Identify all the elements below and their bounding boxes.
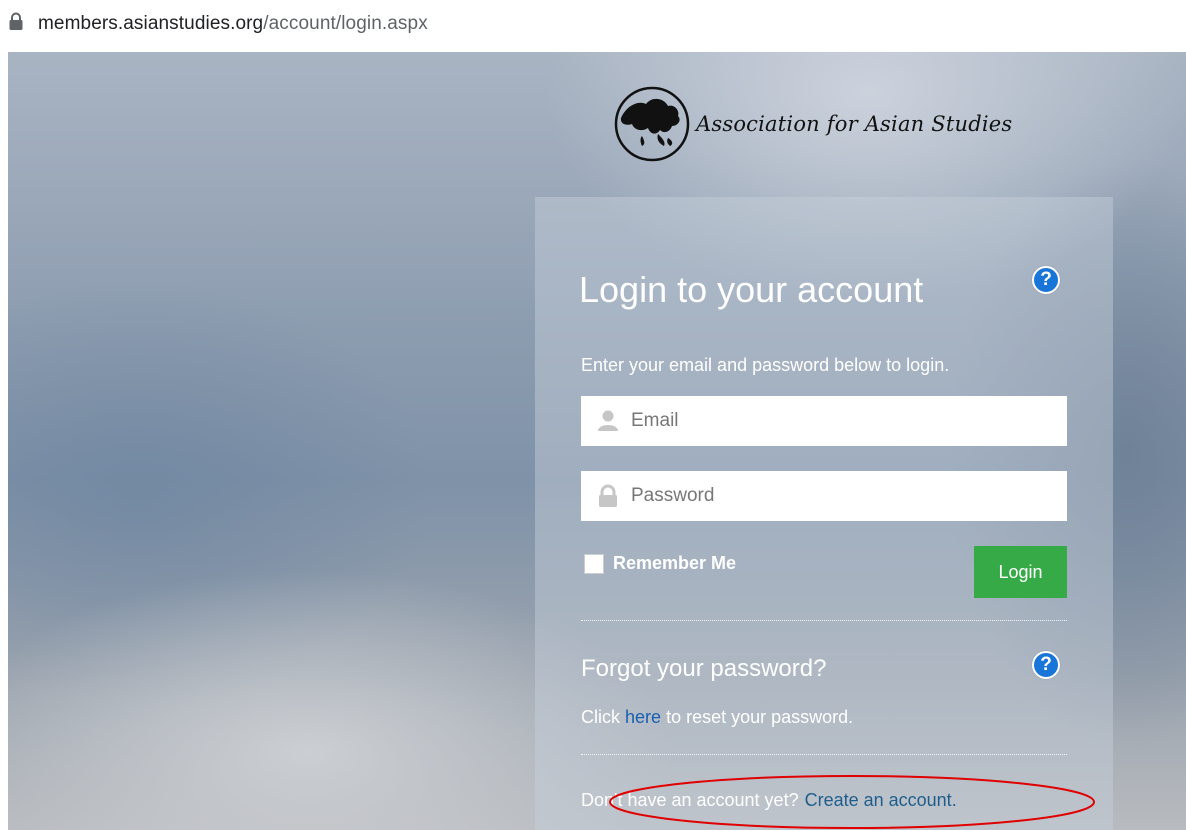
divider — [581, 620, 1067, 621]
reset-rest-text: to reset your password. — [666, 707, 854, 727]
url-text[interactable]: members.asianstudies.org/account/login.a… — [38, 13, 428, 35]
globe-map-icon — [614, 86, 690, 162]
login-panel: Login to your account ? Enter your email… — [535, 197, 1113, 830]
aas-logo[interactable]: Association for Asian Studies — [612, 80, 1012, 168]
user-icon — [598, 410, 618, 431]
remember-me[interactable]: Remember Me — [584, 553, 736, 574]
signup-prompt: Don't have an account yet? — [581, 790, 799, 810]
remember-me-label[interactable]: Remember Me — [613, 553, 736, 574]
login-instructions: Enter your email and password below to l… — [581, 355, 950, 375]
url-domain: members.asianstudies.org — [38, 13, 264, 34]
lock-icon — [8, 12, 28, 36]
email-input[interactable] — [631, 401, 1051, 441]
divider — [581, 754, 1067, 755]
signup-text: Don't have an account yet? Create an acco… — [581, 790, 957, 811]
create-account-link[interactable]: Create an account. — [805, 790, 957, 810]
forgot-help-icon[interactable]: ? — [1032, 651, 1060, 679]
reset-click-text: Click — [581, 707, 620, 727]
email-field[interactable] — [581, 396, 1067, 446]
forgot-password-title: Forgot your password? — [581, 655, 827, 682]
lock-icon — [599, 484, 617, 507]
page-background: Association for Asian Studies Login to y… — [8, 52, 1186, 830]
login-button[interactable]: Login — [974, 546, 1067, 598]
reset-here-link[interactable]: here — [625, 707, 661, 727]
remember-me-checkbox[interactable] — [584, 553, 604, 574]
password-field[interactable] — [581, 471, 1067, 521]
login-title: Login to your account — [579, 269, 924, 310]
password-input[interactable] — [631, 476, 1051, 516]
browser-address-bar[interactable]: members.asianstudies.org/account/login.a… — [0, 0, 1186, 48]
logo-text: Association for Asian Studies — [696, 112, 1013, 136]
login-help-icon[interactable]: ? — [1032, 266, 1060, 294]
url-path: /account/login.aspx — [263, 13, 428, 34]
reset-password-text: Click here to reset your password. — [581, 707, 853, 728]
